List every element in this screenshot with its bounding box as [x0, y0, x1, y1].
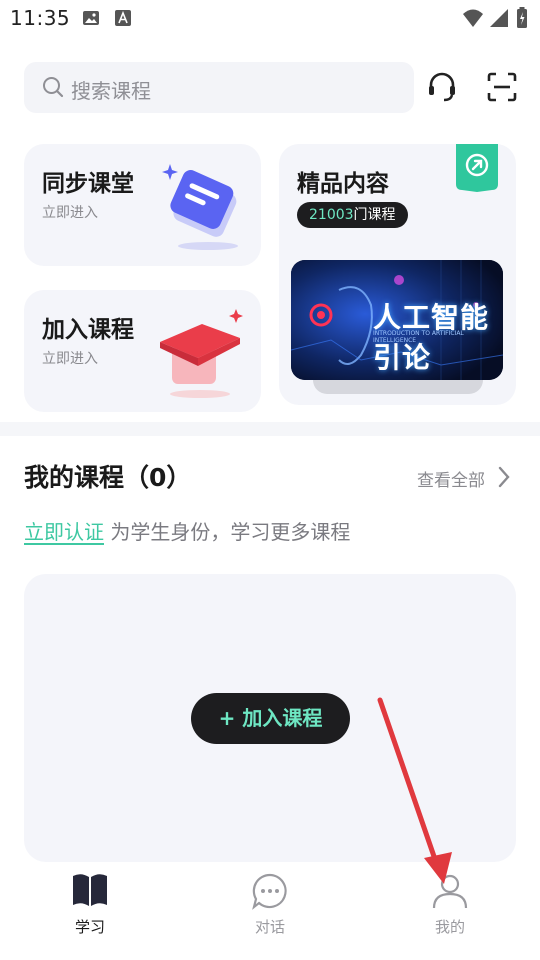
search-input[interactable]: 搜索课程 [24, 62, 414, 113]
join-course-card[interactable]: 加入课程 立即进入 [24, 290, 261, 412]
battery-icon [516, 7, 528, 33]
ai-course-banner[interactable]: 人工智能引论 INTRODUCTION TO ARTIFICIAL INTELL… [291, 260, 503, 380]
tab-me[interactable]: 我的 [380, 862, 520, 960]
premium-content-title: 精品内容 [297, 171, 389, 197]
wifi-icon [462, 8, 484, 32]
view-all-link[interactable]: 查看全部 [417, 466, 485, 491]
section-divider [0, 422, 540, 436]
course-count-number: 21003 [309, 207, 354, 223]
verify-prompt: 立即认证 为学生身份，学习更多课程 [24, 516, 350, 545]
headset-icon[interactable] [425, 70, 459, 104]
verify-link[interactable]: 立即认证 [24, 520, 104, 544]
banner-subtitle: INTRODUCTION TO ARTIFICIAL INTELLIGENCE [373, 330, 464, 344]
join-course-button[interactable]: + 加入课程 [191, 693, 350, 744]
course-count-suffix: 门课程 [353, 207, 396, 223]
signal-icon [489, 8, 509, 32]
font-a-icon [114, 9, 132, 31]
scan-icon[interactable] [485, 70, 519, 104]
chevron-right-icon[interactable] [497, 466, 511, 492]
course-count-badge: 21003门课程 [297, 202, 408, 228]
status-time: 11:35 [10, 6, 71, 30]
chat-bubble-icon [251, 872, 289, 914]
sync-class-illustration-icon [162, 162, 246, 256]
graduation-cap-icon [156, 308, 246, 404]
bottom-tab-bar: 学习 对话 我的 [0, 862, 540, 960]
my-courses-title: 我的课程（0） [24, 463, 192, 492]
tab-me-label: 我的 [434, 918, 465, 936]
sync-class-title: 同步课堂 [42, 171, 134, 197]
status-bar: 11:35 [0, 0, 540, 40]
tab-study[interactable]: 学习 [20, 862, 160, 960]
sync-class-subtitle: 立即进入 [42, 205, 98, 221]
premium-content-card[interactable]: 精品内容 21003门课程 人工智能引论 INTRODUCTION TO ART… [279, 144, 516, 405]
search-placeholder: 搜索课程 [71, 79, 151, 103]
verify-text: 为学生身份，学习更多课程 [104, 520, 351, 544]
external-link-icon[interactable] [456, 144, 498, 192]
tab-chat[interactable]: 对话 [200, 862, 340, 960]
book-icon [71, 872, 109, 912]
join-course-subtitle: 立即进入 [42, 351, 98, 367]
tab-study-label: 学习 [74, 918, 105, 936]
image-icon [82, 9, 100, 31]
join-course-title: 加入课程 [42, 317, 134, 343]
sync-class-card[interactable]: 同步课堂 立即进入 [24, 144, 261, 266]
tab-chat-label: 对话 [254, 918, 285, 936]
search-icon [42, 76, 64, 102]
user-profile-icon [431, 872, 469, 914]
